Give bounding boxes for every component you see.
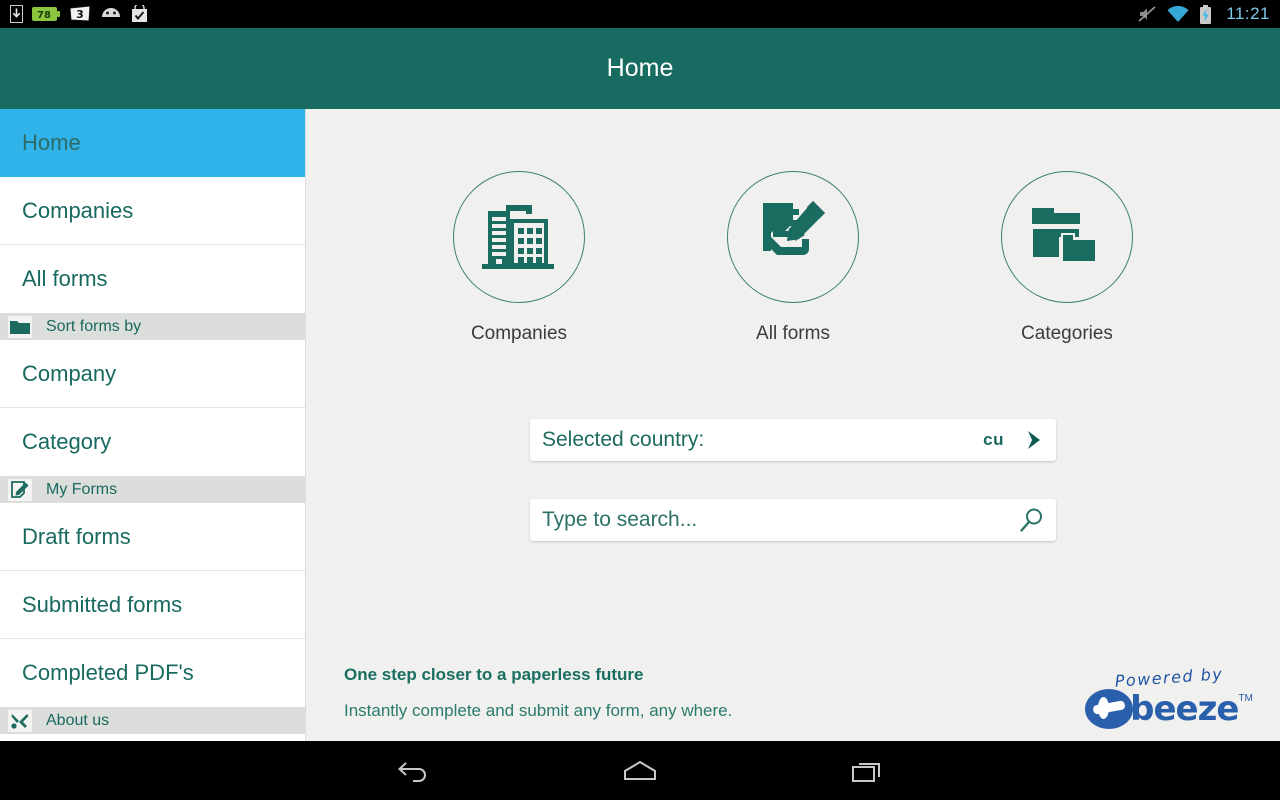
sidebar-section-my-forms: My Forms: [0, 476, 305, 503]
shortcut-label: All forms: [756, 323, 830, 344]
status-bar-right-icons: 11:21: [1137, 4, 1270, 24]
sidebar-item-completed-pdfs[interactable]: Completed PDF's: [0, 639, 305, 707]
form-pencil-icon: [8, 478, 32, 501]
svg-text:78: 78: [37, 10, 51, 21]
volume-muted-icon: [1137, 5, 1157, 23]
sidebar-item-label: Company: [22, 360, 117, 386]
country-selector-value: cu: [983, 430, 1004, 449]
shortcut-all-forms[interactable]: All forms: [727, 171, 859, 345]
sidebar-section-label: About us: [46, 711, 110, 729]
shortcut-row: Companies All forms Categories: [306, 171, 1280, 345]
trademark-symbol: TM: [1238, 693, 1253, 704]
sidebar-item-label: Home: [22, 130, 81, 155]
shortcut-label: Categories: [1021, 323, 1113, 344]
sidebar-item-label: Draft forms: [22, 523, 131, 549]
sidebar-item-label: Submitted forms: [22, 591, 183, 617]
tools-icon: [8, 709, 32, 732]
status-bar: 78 3 11:21: [0, 0, 1280, 28]
sidebar-item-home[interactable]: Home: [0, 109, 305, 177]
tagline-headline: One step closer to a paperless future: [344, 665, 644, 684]
sidebar-section-label: My Forms: [46, 480, 118, 498]
shortcut-circle: [453, 171, 585, 303]
tagline-block: One step closer to a paperless future In…: [344, 665, 732, 721]
branding-block: Powered by beeze TM: [1074, 664, 1264, 729]
shortcut-circle: [727, 171, 859, 303]
status-bar-left-icons: 78 3: [10, 2, 148, 23]
folders-icon: [1030, 204, 1104, 271]
sidebar-navigation[interactable]: Home Companies All forms Sort forms by C…: [0, 109, 306, 741]
shortcut-label: Companies: [470, 323, 568, 344]
sidebar-item-label: All forms: [22, 266, 108, 291]
country-selector[interactable]: Selected country: cu: [530, 419, 1056, 461]
sidebar-section-sort-forms-by: Sort forms by: [0, 313, 305, 340]
sidebar-item-label: Category: [22, 429, 112, 454]
svg-text:3: 3: [76, 8, 84, 21]
system-navigation-bar: [0, 741, 1280, 800]
sidebar-item-company[interactable]: Company: [0, 340, 305, 408]
page-title: Home: [606, 54, 674, 82]
status-bar-clock: 11:21: [1226, 4, 1270, 23]
sidebar-section-label: Sort forms by: [46, 317, 142, 335]
android-icon: [100, 6, 122, 22]
shortcut-companies[interactable]: Companies: [453, 171, 585, 345]
tagline-subline: Instantly complete and submit any form, …: [344, 701, 733, 720]
sidebar-item-draft-forms[interactable]: Draft forms: [0, 503, 305, 571]
checkmark-bag-icon: [131, 2, 148, 23]
chevron-right-icon[interactable]: [1022, 428, 1046, 452]
body-area: Home Companies All forms Sort forms by C…: [0, 109, 1280, 741]
android-screen: 78 3 11:21 Home Home Companies All forms…: [0, 0, 1280, 800]
battery-charging-icon: [1199, 4, 1212, 24]
shortcut-categories[interactable]: Categories: [1001, 171, 1133, 345]
sidebar-item-submitted-forms[interactable]: Submitted forms: [0, 571, 305, 639]
search-icon[interactable]: [1018, 506, 1046, 534]
sidebar-item-all-forms[interactable]: All forms: [0, 245, 305, 313]
folder-icon: [8, 315, 32, 338]
back-button[interactable]: [378, 748, 448, 794]
country-selector-label: Selected country:: [542, 428, 705, 451]
form-pencil-icon: [755, 199, 831, 276]
sidebar-item-label: Completed PDF's: [22, 660, 194, 685]
search-input[interactable]: Type to search...: [542, 508, 697, 532]
shortcut-circle: [1001, 171, 1133, 303]
ebeeze-logo: beeze TM: [1074, 689, 1264, 729]
sidebar-item-category[interactable]: Category: [0, 408, 305, 476]
ebeeze-wordmark: beeze: [1130, 689, 1239, 729]
download-icon: [10, 5, 23, 23]
buildings-icon: [480, 199, 558, 276]
search-field[interactable]: Type to search...: [530, 499, 1056, 541]
wifi-icon: [1167, 5, 1189, 23]
recents-button[interactable]: [832, 748, 902, 794]
main-content: Companies All forms Categories Selected …: [306, 109, 1280, 741]
home-button[interactable]: [605, 748, 675, 794]
sidebar-item-label: Companies: [22, 197, 134, 223]
app-bar: Home: [0, 28, 1280, 109]
sidebar-section-about-us: About us: [0, 707, 305, 734]
ebeeze-e-icon: [1085, 689, 1134, 729]
battery-level-icon: 78: [32, 6, 60, 22]
notification-count-icon: 3: [69, 5, 91, 23]
sidebar-item-companies[interactable]: Companies: [0, 177, 305, 245]
